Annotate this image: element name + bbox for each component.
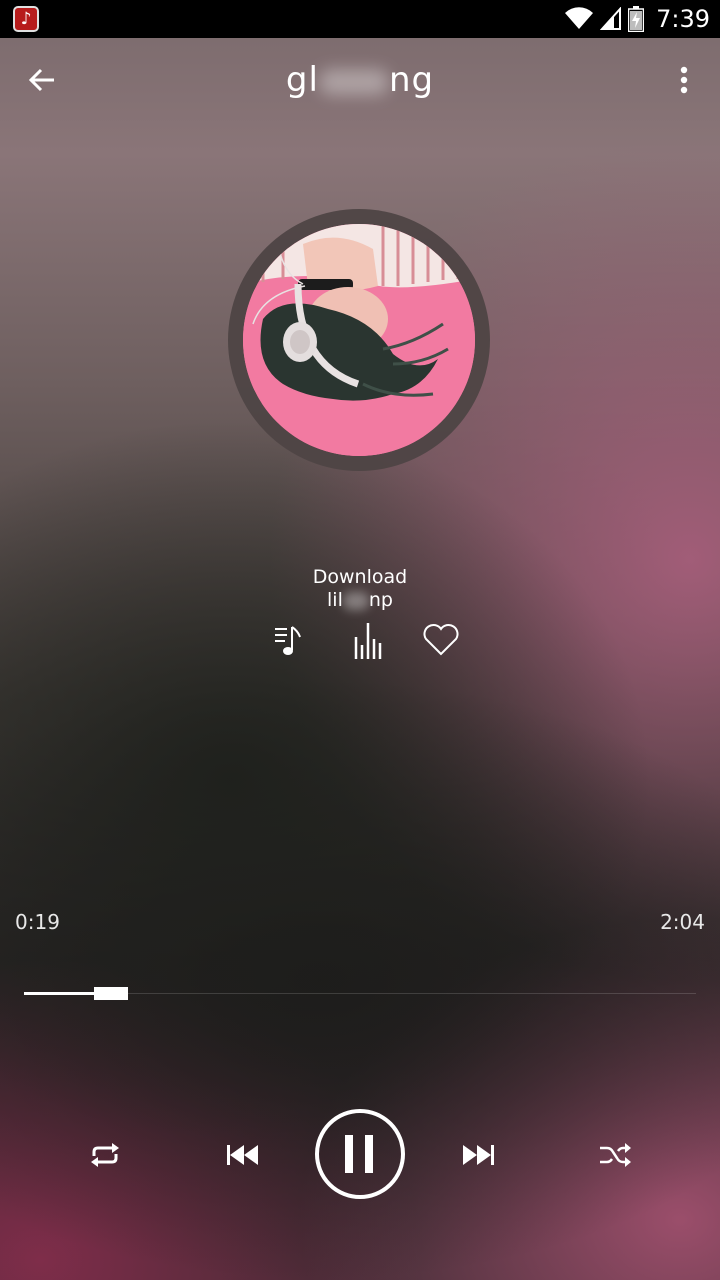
playlist-button[interactable] [266, 618, 310, 662]
status-icons: 7:39 [564, 0, 710, 38]
album-cover-image [243, 224, 475, 456]
total-duration: 2:04 [660, 910, 705, 934]
more-options-button[interactable] [662, 58, 706, 102]
shuffle-button[interactable] [592, 1132, 638, 1178]
heart-icon [423, 624, 459, 656]
playlist-icon [275, 626, 301, 655]
favorite-button[interactable] [419, 618, 463, 662]
elapsed-time: 0:19 [15, 910, 60, 934]
next-button[interactable] [454, 1132, 500, 1178]
music-player-screen: ♪ 7:39 gl ng Download lil np 0:19 2:04 [0, 0, 720, 1280]
wifi-icon [565, 7, 594, 29]
repeat-button[interactable] [82, 1132, 128, 1178]
seek-bar-fill [24, 992, 96, 995]
battery-charging-icon [628, 6, 645, 32]
artist-text-start: lil [327, 589, 343, 611]
song-title-header: gl ng [160, 60, 560, 100]
artist-redaction [342, 591, 369, 610]
status-bar: ♪ 7:39 [0, 0, 720, 38]
title-text-start: g [285, 60, 309, 100]
more-vert-icon [680, 66, 688, 94]
previous-icon [227, 1145, 258, 1165]
album-art[interactable] [243, 224, 475, 456]
repeat-icon [91, 1143, 119, 1167]
track-artist: lil np [160, 589, 560, 612]
equalizer-icon [354, 623, 382, 659]
artist-text-end: np [368, 589, 393, 611]
pause-icon [345, 1135, 373, 1173]
track-title: Download [312, 566, 408, 588]
next-icon [463, 1145, 494, 1165]
track-actions [0, 618, 720, 662]
arrow-left-icon [28, 68, 54, 92]
signal-icon [600, 7, 622, 30]
track-info: Download lil np [160, 566, 560, 612]
pause-button[interactable] [315, 1109, 405, 1199]
title-text-mid: l [308, 60, 319, 100]
seek-bar[interactable] [24, 984, 696, 1004]
status-time: 7:39 [656, 5, 710, 33]
top-bar: gl ng [0, 38, 720, 122]
seek-bar-thumb[interactable] [94, 987, 128, 1000]
music-note-icon: ♪ [13, 6, 39, 32]
equalizer-button[interactable] [347, 618, 391, 662]
title-text-end: ng [388, 60, 435, 100]
title-redaction [318, 68, 389, 95]
previous-button[interactable] [221, 1132, 267, 1178]
back-button[interactable] [20, 58, 64, 102]
shuffle-icon [600, 1143, 631, 1167]
